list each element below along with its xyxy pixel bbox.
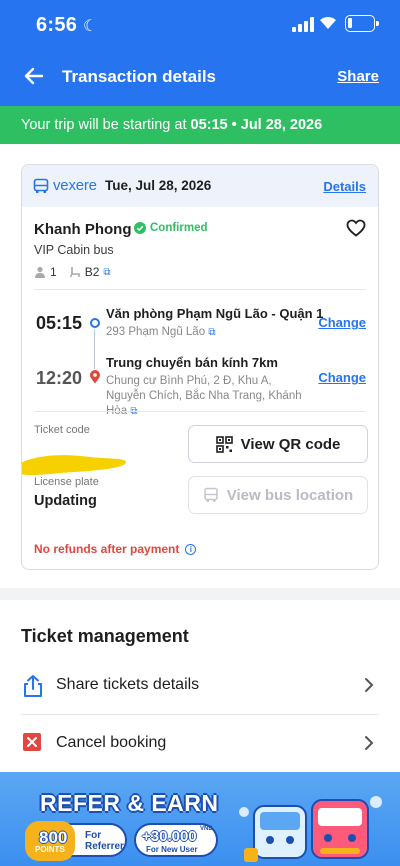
departure-dot-icon [90, 318, 100, 328]
route-line [94, 329, 95, 369]
ticket-card: vexere Tue, Jul 28, 2026 Details Khanh P… [21, 164, 379, 570]
view-bus-location-button[interactable]: View bus location [188, 476, 368, 514]
trip-banner-time: 05:15 [190, 117, 228, 133]
ticket-card-header: vexere Tue, Jul 28, 2026 Details [22, 165, 378, 207]
referrer-reward-pill: 800 POINTS For Referrer [25, 821, 127, 861]
ticket-management-title: Ticket management [21, 626, 189, 646]
favorite-heart-icon[interactable] [346, 219, 366, 237]
license-plate-value: Updating [34, 493, 97, 509]
departure-stop-address: 293 Phạm Ngũ Lão ⧉ [106, 325, 215, 340]
departure-time: 05:15 [36, 313, 83, 333]
divider [34, 411, 366, 412]
bus-type: VIP Cabin bus [34, 243, 114, 257]
change-departure-link[interactable]: Change [318, 315, 366, 330]
bus-icon [203, 487, 218, 502]
cellular-signal-icon [292, 16, 314, 32]
page-title: Transaction details [62, 67, 216, 86]
cancel-booking-row[interactable]: Cancel booking [0, 716, 400, 772]
view-qr-code-button[interactable]: View QR code [188, 425, 368, 463]
refund-warning-text: No refunds after payment [34, 542, 180, 556]
check-circle-icon [134, 222, 146, 234]
info-icon[interactable]: i [185, 543, 197, 555]
new-user-reward-pill: +30.000 VND For New User [134, 823, 218, 857]
departure-stop-name: Văn phòng Phạm Ngũ Lão - Quận 1 [106, 306, 324, 321]
share-tickets-label: Share tickets details [56, 676, 200, 693]
new-user-text: For New User [146, 845, 198, 854]
seat-count: 1 [50, 265, 57, 279]
change-arrival-link[interactable]: Change [318, 370, 366, 385]
moon-icon: ☾ [83, 18, 98, 35]
vexere-logo: vexere [53, 177, 97, 194]
bus-mascot-illustration [239, 796, 382, 862]
bus-icon [33, 178, 49, 193]
share-icon [24, 675, 42, 697]
trip-banner-separator: • [227, 117, 241, 133]
trip-banner-prefix: Your trip will be starting at [21, 117, 191, 133]
refund-warning: No refunds after payment i [34, 542, 197, 556]
details-link[interactable]: Details [323, 179, 366, 194]
arrival-stop-address: Chung cư Bình Phú, 2 Đ, Khu A, Nguyễn Ch… [106, 374, 306, 419]
new-user-unit: VND [200, 826, 213, 832]
arrival-stop-name: Trung chuyển bán kính 7km [106, 355, 278, 370]
view-bus-location-label: View bus location [226, 486, 354, 504]
new-user-amount: +30.000 [142, 828, 197, 845]
referrer-text: For Referrer [85, 830, 124, 852]
operator-name: Khanh Phong [34, 221, 132, 238]
status-badge: Confirmed [134, 222, 208, 234]
status-time: 6:56 [36, 14, 78, 36]
trip-start-banner: Your trip will be starting at 05:15 • Ju… [0, 106, 400, 144]
chevron-right-icon [365, 736, 374, 750]
location-pin-icon [90, 370, 100, 384]
seat-icon [69, 267, 80, 278]
share-tickets-row[interactable]: Share tickets details [0, 658, 400, 714]
arrival-time: 12:20 [36, 368, 83, 388]
external-link-icon[interactable]: ⧉ [103, 267, 110, 278]
chevron-right-icon [365, 678, 374, 692]
license-plate-label: License plate [34, 476, 99, 488]
status-label: Confirmed [150, 222, 208, 234]
status-bar: 6:56 ☾ [0, 0, 400, 52]
person-icon [35, 266, 45, 278]
seat-info: 1 B2 ⧉ [34, 265, 111, 279]
trip-date: Tue, Jul 28, 2026 [105, 178, 212, 193]
share-link[interactable]: Share [337, 68, 379, 85]
battery-icon [345, 15, 379, 32]
cancel-booking-label: Cancel booking [56, 734, 167, 751]
promo-title: REFER & EARN [40, 790, 219, 816]
trip-banner-date: Jul 28, 2026 [240, 117, 323, 133]
ticket-section: vexere Tue, Jul 28, 2026 Details Khanh P… [0, 144, 400, 588]
redaction-mark [22, 455, 126, 475]
top-bar: 6:56 ☾ Transaction details Share [0, 0, 400, 106]
view-qr-code-label: View QR code [240, 435, 341, 453]
ticket-management-section: Ticket management Share tickets details … [0, 600, 400, 772]
departure-address-text: 293 Phạm Ngũ Lão [106, 326, 206, 338]
refer-and-earn-banner[interactable]: REFER & EARN 800 POINTS For Referrer +30… [0, 772, 400, 866]
referrer-unit: POINTS [35, 845, 65, 854]
cancel-icon [23, 733, 41, 751]
ticket-code-label: Ticket code [34, 424, 90, 436]
wifi-icon [320, 16, 336, 29]
qr-code-icon [215, 435, 233, 453]
external-link-icon[interactable]: ⧉ [208, 327, 215, 338]
seat-code: B2 [84, 265, 100, 279]
divider [34, 289, 366, 290]
divider [21, 714, 379, 715]
back-arrow-icon[interactable] [22, 64, 46, 88]
